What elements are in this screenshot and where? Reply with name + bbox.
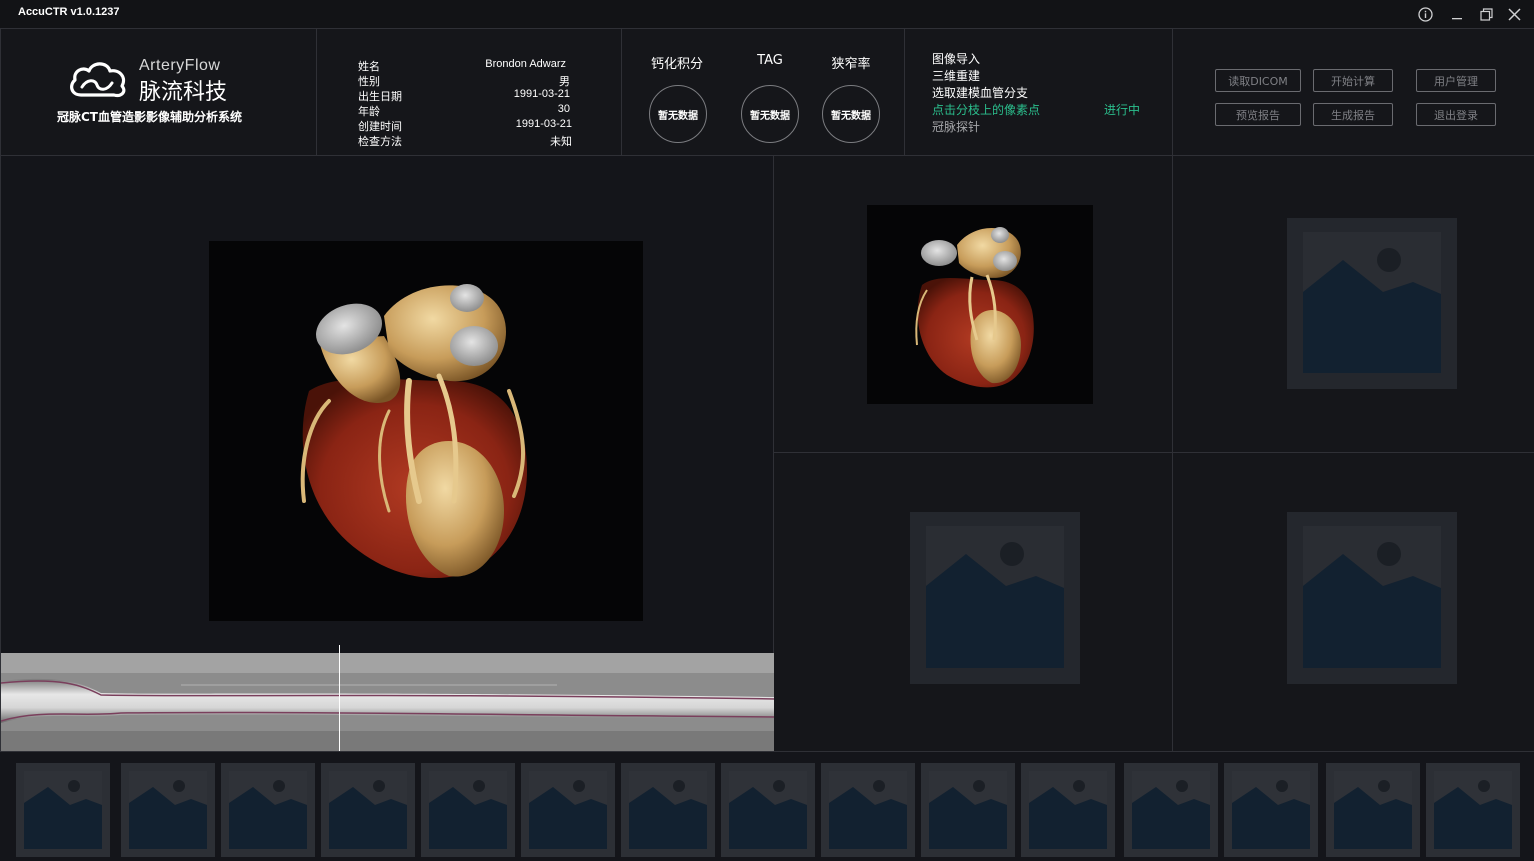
curved-view-cursor-line[interactable] xyxy=(339,653,340,751)
patient-info-section: 姓名 Brondon Adwarz 性别 男 出生日期 1991-03-21 年… xyxy=(317,29,622,156)
thumbnail-placeholder[interactable] xyxy=(921,763,1015,857)
logout-button[interactable]: 退出登录 xyxy=(1416,103,1496,126)
metric-title-calcium: 钙化积分 xyxy=(650,57,703,72)
metric-value-calcium: 暂无数据 xyxy=(649,85,707,143)
curved-view-cursor-top xyxy=(339,645,340,653)
patient-age: 30 xyxy=(557,103,570,115)
title-bar: AccuCTR v1.0.1237 xyxy=(0,0,1534,28)
thumbnail-placeholder[interactable] xyxy=(1124,763,1218,857)
system-name: 冠脉CT血管造影影像辅助分析系统 xyxy=(57,110,242,124)
thumbnail-placeholder[interactable] xyxy=(1326,763,1420,857)
restore-icon[interactable] xyxy=(1476,4,1496,24)
workflow-step: 选取建模血管分支 xyxy=(932,86,1029,100)
cloud-logo-icon xyxy=(70,62,126,98)
metric-value-tag: 暂无数据 xyxy=(741,85,799,143)
thumbnail-placeholder[interactable] xyxy=(1021,763,1115,857)
patient-row: 年龄 30 xyxy=(358,103,570,118)
preview-report-button[interactable]: 预览报告 xyxy=(1215,103,1301,126)
patient-row: 出生日期 1991-03-21 xyxy=(358,88,570,103)
patient-row: 性别 男 xyxy=(358,73,570,88)
patient-label: 创建时间 xyxy=(358,121,402,133)
minimize-icon[interactable] xyxy=(1447,4,1467,24)
patient-created: 1991-03-21 xyxy=(515,118,572,130)
patient-exam-method: 未知 xyxy=(550,136,572,148)
patient-row: 检查方法 未知 xyxy=(358,133,572,148)
header-bar: ArteryFlow 脉流科技 冠脉CT血管造影影像辅助分析系统 姓名 Bron… xyxy=(0,28,1534,156)
heart-thumbnail-render xyxy=(867,205,1093,404)
brand-name-en: ArteryFlow xyxy=(139,57,221,74)
image-placeholder-icon xyxy=(910,512,1080,684)
image-placeholder-icon xyxy=(1287,512,1457,684)
app-window: AccuCTR v1.0.1237 ArteryFlow 脉流科技 冠脉CT血管… xyxy=(0,0,1534,861)
patient-birthdate: 1991-03-21 xyxy=(513,88,570,100)
close-icon[interactable] xyxy=(1504,4,1524,24)
workflow-step-active: 点击分枝上的像素点 xyxy=(932,103,1041,117)
patient-label: 年龄 xyxy=(358,106,380,118)
app-title: AccuCTR v1.0.1237 xyxy=(18,6,120,18)
thumbnail-placeholder[interactable] xyxy=(721,763,815,857)
metrics-section: 钙化积分 暂无数据 TAG 暂无数据 狭窄率 暂无数据 xyxy=(622,29,905,156)
thumbnail-strip xyxy=(0,751,1534,861)
heart-3d-render[interactable] xyxy=(209,241,643,621)
metric-value-stenosis: 暂无数据 xyxy=(822,85,880,143)
thumbnail-placeholder[interactable] xyxy=(221,763,315,857)
viewport-cell[interactable] xyxy=(1173,156,1534,453)
read-dicom-button[interactable]: 读取DICOM xyxy=(1215,69,1301,92)
metric-title-tag: TAG xyxy=(757,53,783,68)
workflow-step: 三维重建 xyxy=(932,69,981,83)
patient-row: 创建时间 1991-03-21 xyxy=(358,118,572,133)
thumbnail-placeholder[interactable] xyxy=(421,763,515,857)
thumbnail-placeholder[interactable] xyxy=(1426,763,1520,857)
patient-label: 出生日期 xyxy=(358,91,402,103)
patient-label: 姓名 xyxy=(358,61,380,73)
thumbnail-placeholder[interactable] xyxy=(121,763,215,857)
viewport-cell[interactable] xyxy=(774,453,1173,751)
patient-label: 性别 xyxy=(358,76,380,88)
start-calc-button[interactable]: 开始计算 xyxy=(1313,69,1393,92)
thumbnail-placeholder[interactable] xyxy=(521,763,615,857)
patient-row: 姓名 Brondon Adwarz xyxy=(358,58,570,73)
metric-title-stenosis: 狭窄率 xyxy=(831,57,871,72)
thumbnail-placeholder[interactable] xyxy=(821,763,915,857)
thumbnail-placeholder[interactable] xyxy=(16,763,110,857)
user-management-button[interactable]: 用户管理 xyxy=(1416,69,1496,92)
viewport-cell[interactable] xyxy=(774,156,1173,453)
brand-section: ArteryFlow 脉流科技 冠脉CT血管造影影像辅助分析系统 xyxy=(0,29,317,156)
actions-section xyxy=(1173,29,1534,156)
patient-gender: 男 xyxy=(559,76,570,88)
viewport-cell[interactable] xyxy=(1173,453,1534,751)
curved-vessel-view[interactable] xyxy=(1,653,775,751)
thumbnail-placeholder[interactable] xyxy=(621,763,715,857)
generate-report-button[interactable]: 生成报告 xyxy=(1313,103,1393,126)
workflow-step-pending: 冠脉探针 xyxy=(932,120,981,134)
logo: ArteryFlow 脉流科技 xyxy=(67,57,247,105)
viewport-grid xyxy=(774,156,1534,751)
thumbnail-placeholder[interactable] xyxy=(1224,763,1318,857)
thumbnail-placeholder[interactable] xyxy=(321,763,415,857)
main-3d-viewer-panel xyxy=(0,156,775,751)
image-placeholder-icon xyxy=(1287,218,1457,389)
patient-label: 检查方法 xyxy=(358,136,402,148)
brand-name-cn: 脉流科技 xyxy=(139,80,228,105)
workflow-step: 图像导入 xyxy=(932,52,981,66)
patient-name: Brondon Adwarz xyxy=(485,58,566,70)
info-icon[interactable] xyxy=(1415,4,1435,24)
workflow-status: 进行中 xyxy=(1104,103,1141,117)
